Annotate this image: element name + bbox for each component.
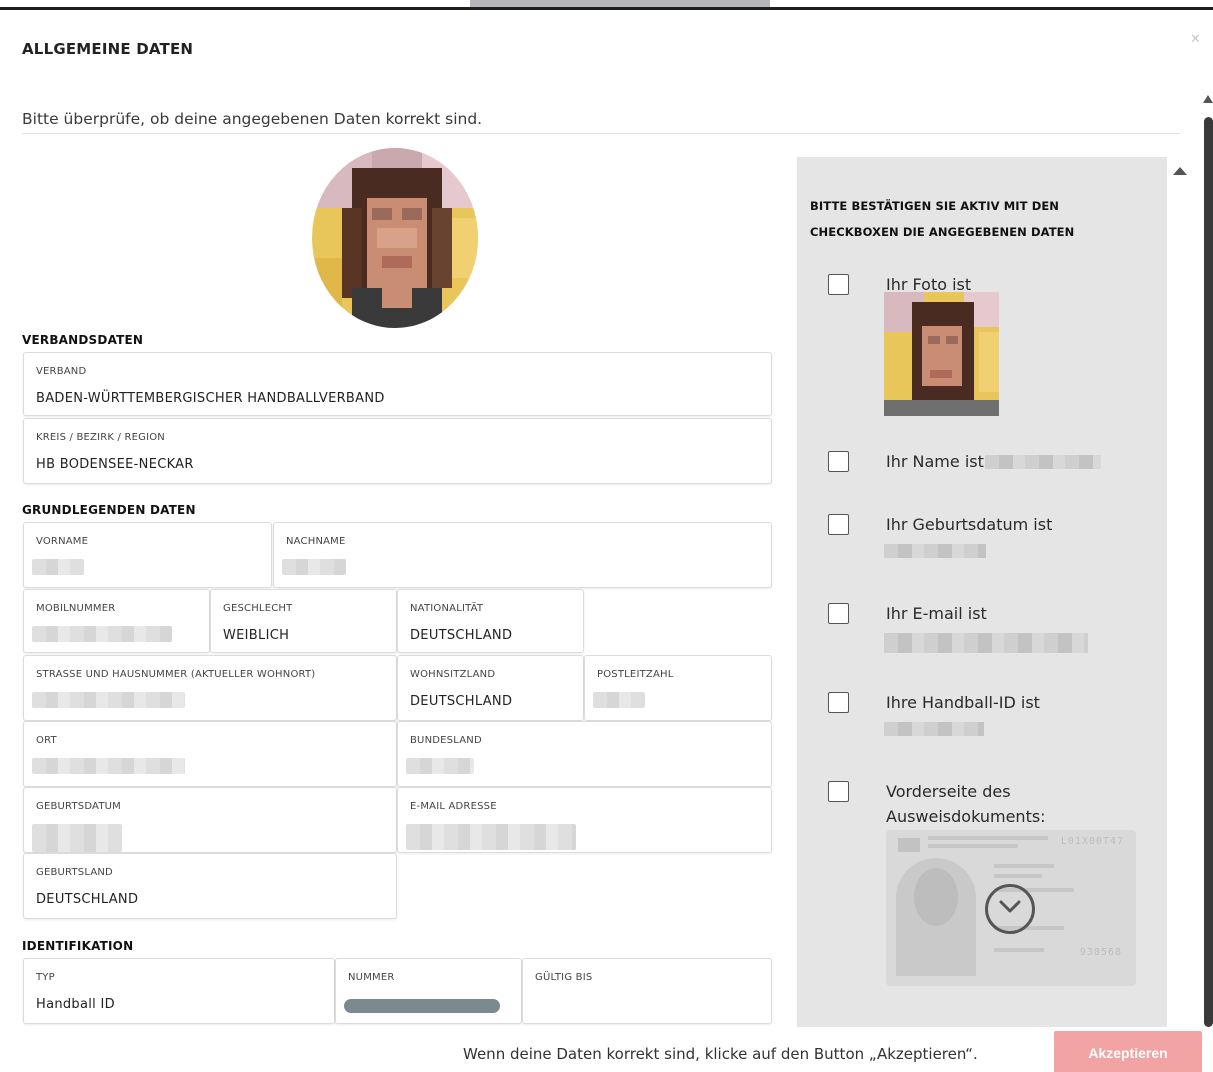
redacted-value (32, 559, 84, 575)
section-identifikation: IDENTIFIKATION (22, 939, 134, 953)
checkbox-handball-id[interactable] (828, 692, 849, 713)
field-label: BUNDESLAND (410, 735, 482, 746)
avatar-pixel-image (312, 148, 478, 328)
checkbox-label: Vorderseite des Ausweisdokuments: (886, 782, 1046, 826)
field-nachname: NACHNAME (273, 522, 772, 588)
id-card-number-bottom: 938568 (1079, 947, 1122, 958)
redacted-value (32, 758, 185, 774)
intro-text: Bitte überprüfe, ob deine angegebenen Da… (22, 110, 483, 128)
field-ort: ORT (23, 721, 397, 787)
field-label: STRASSE UND HAUSNUMMER (AKTUELLER WOHNOR… (36, 669, 316, 680)
checkbox-foto[interactable] (828, 274, 849, 295)
confirmation-heading: BITTE BESTÄTIGEN SIE AKTIV MIT DEN CHECK… (810, 199, 1075, 239)
modal-scrollbar[interactable] (1203, 95, 1213, 1030)
redacted-value (985, 455, 1101, 469)
field-label: ORT (36, 735, 57, 746)
chevron-down-circle-icon[interactable] (985, 884, 1035, 934)
redacted-value (884, 633, 1088, 653)
top-edge (0, 0, 1213, 10)
field-label: KREIS / BEZIRK / REGION (36, 432, 165, 443)
photo-thumbnail-image (884, 292, 999, 416)
redacted-value (884, 722, 984, 736)
field-label: TYP (36, 972, 55, 983)
redacted-value (406, 758, 474, 774)
accept-button[interactable]: Akzeptieren (1054, 1031, 1202, 1072)
checkbox-label: Ihr Geburtsdatum ist (886, 515, 1053, 534)
field-value: DEUTSCHLAND (36, 892, 139, 907)
field-label: NACHNAME (286, 536, 346, 547)
footer-hint: Wenn deine Daten korrekt sind, klicke au… (463, 1045, 978, 1063)
field-verband: VERBAND BADEN-WÜRTTEMBERGISCHER HANDBALL… (23, 352, 772, 416)
field-value: WEIBLICH (223, 628, 290, 643)
field-bundesland: BUNDESLAND (397, 721, 772, 787)
field-kreis: KREIS / BEZIRK / REGION HB BODENSEE-NECK… (23, 418, 772, 484)
checkbox-ausweis[interactable] (828, 781, 849, 802)
field-label: GESCHLECHT (223, 603, 293, 614)
field-label: VERBAND (36, 366, 87, 377)
checkbox-label: Ihre Handball-ID ist (886, 693, 1040, 712)
field-label: WOHNSITZLAND (410, 669, 496, 680)
section-verbandsdaten: VERBANDSDATEN (22, 333, 144, 347)
checkbox-label: Ihr Name ist (886, 452, 984, 471)
field-postleitzahl: POSTLEITZAHL (584, 655, 772, 721)
redacted-value (884, 544, 986, 558)
field-mobilnummer: MOBILNUMMER (23, 589, 210, 653)
redacted-value (406, 824, 576, 850)
field-value: HB BODENSEE-NECKAR (36, 457, 194, 472)
divider (22, 133, 1180, 134)
field-email: E-MAIL ADRESSE (397, 787, 772, 853)
field-value: Handball ID (36, 997, 115, 1012)
field-geburtsland: GEBURTSLAND DEUTSCHLAND (23, 853, 397, 919)
field-label: VORNAME (36, 536, 89, 547)
id-card-portrait (896, 858, 976, 976)
field-label: E-MAIL ADRESSE (410, 801, 497, 812)
field-label: MOBILNUMMER (36, 603, 116, 614)
field-value: BADEN-WÜRTTEMBERGISCHER HANDBALLVERBAND (36, 391, 385, 406)
checkbox-label: Ihr E-mail ist (886, 604, 987, 623)
scroll-up-icon[interactable] (1203, 95, 1213, 103)
field-nummer: NUMMER (335, 958, 522, 1024)
field-label: NATIONALITÄT (410, 603, 484, 614)
redacted-value (32, 626, 172, 642)
field-strasse: STRASSE UND HAUSNUMMER (AKTUELLER WOHNOR… (23, 655, 397, 721)
profile-photo (312, 148, 478, 328)
checkbox-email[interactable] (828, 603, 849, 624)
field-label: GÜLTIG BIS (535, 972, 593, 983)
field-label: GEBURTSLAND (36, 867, 113, 878)
field-geburtsdatum: GEBURTSDATUM (23, 787, 397, 853)
redacted-value (344, 999, 500, 1013)
redacted-value (593, 692, 645, 708)
field-label: GEBURTSDATUM (36, 801, 121, 812)
field-nationalitaet: NATIONALITÄT DEUTSCHLAND (397, 589, 584, 653)
id-card-number-top: L01X00T47 (1060, 836, 1124, 847)
redacted-value (282, 559, 346, 575)
field-value: DEUTSCHLAND (410, 628, 513, 643)
close-icon[interactable]: ✕ (1190, 32, 1201, 47)
scrollbar-thumb[interactable] (1204, 117, 1213, 1027)
checkbox-name[interactable] (828, 451, 849, 472)
field-wohnsitzland: WOHNSITZLAND DEUTSCHLAND (397, 655, 584, 721)
field-geschlecht: GESCHLECHT WEIBLICH (210, 589, 397, 653)
scroll-up-icon[interactable] (1173, 167, 1187, 175)
redacted-value (32, 824, 122, 852)
checkbox-geburtsdatum[interactable] (828, 514, 849, 535)
photo-thumbnail (884, 292, 999, 416)
field-label: POSTLEITZAHL (597, 669, 674, 680)
field-typ: TYP Handball ID (23, 958, 335, 1024)
field-value: DEUTSCHLAND (410, 694, 513, 709)
modal-title: ALLGEMEINE DATEN (22, 40, 194, 58)
field-gueltig-bis: GÜLTIG BIS (522, 958, 772, 1024)
redacted-value (32, 692, 185, 708)
field-vorname: VORNAME (23, 522, 272, 588)
field-label: NUMMER (348, 972, 395, 983)
section-grundlegende-daten: GRUNDLEGENDEN DATEN (22, 503, 196, 517)
